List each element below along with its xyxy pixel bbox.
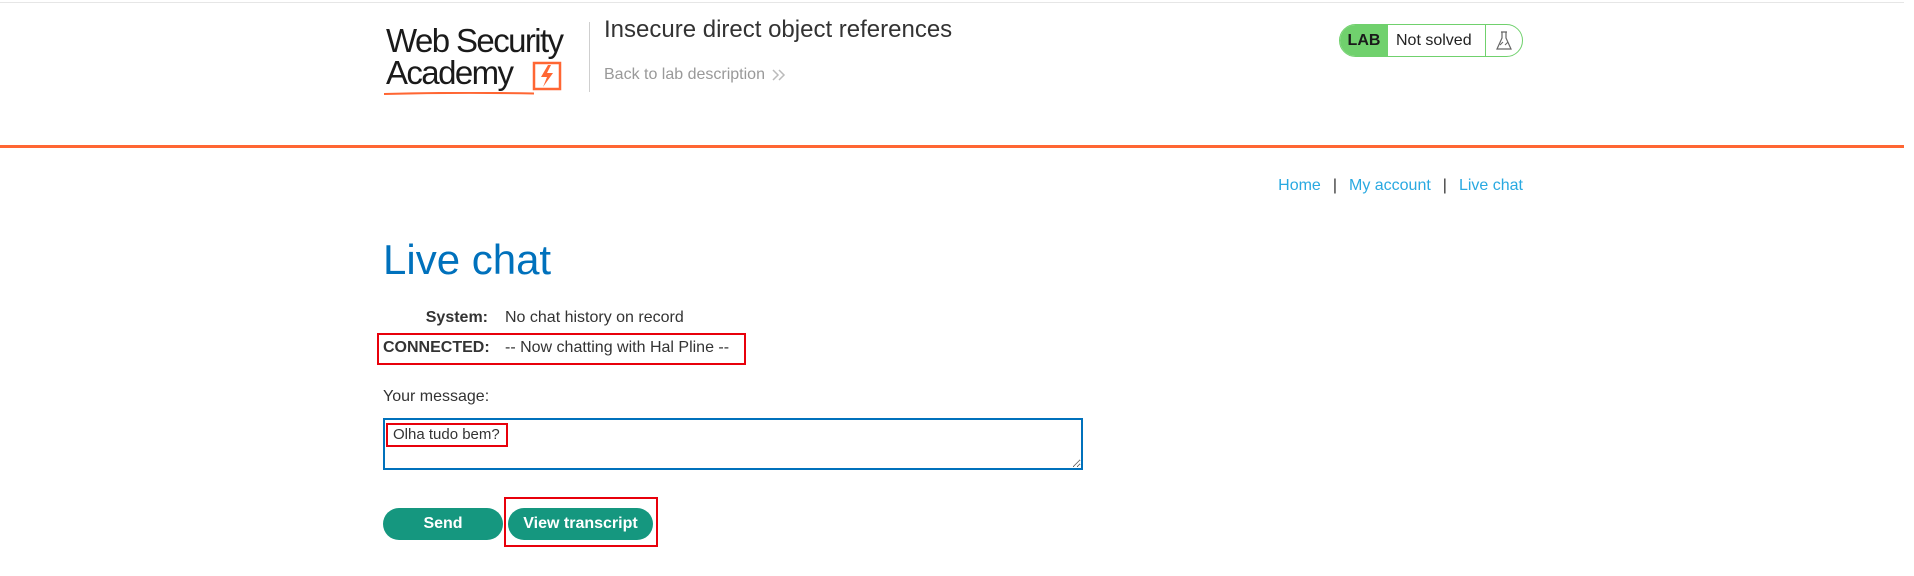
- view-transcript-button[interactable]: View transcript: [508, 508, 653, 540]
- back-to-lab-description-link[interactable]: Back to lab description: [604, 66, 787, 84]
- chat-message: -- Now chatting with Hal Pline --: [505, 339, 730, 356]
- chat-sender: CONNECTED:: [383, 339, 490, 356]
- nav-separator: |: [1332, 177, 1337, 194]
- lightning-bolt-icon: [532, 61, 562, 91]
- logo-text-line2: Academy: [386, 54, 514, 91]
- lab-badge: LAB: [1340, 25, 1388, 56]
- web-security-academy-logo[interactable]: Web Security Academy: [384, 22, 584, 100]
- chat-row-connected: CONNECTED: -- Now chatting with Hal Plin…: [383, 339, 729, 357]
- header-divider: [589, 22, 590, 92]
- lab-header: Web Security Academy Insecure direct obj…: [0, 0, 1914, 148]
- chat-message: No chat history on record: [505, 309, 684, 326]
- back-link-label: Back to lab description: [604, 66, 765, 83]
- chat-sender: System:: [425, 309, 488, 326]
- message-input[interactable]: Olha tudo bem?: [383, 418, 1083, 470]
- nav-link-my-account[interactable]: My account: [1349, 177, 1431, 195]
- send-button[interactable]: Send: [383, 508, 503, 540]
- lab-status-text: Not solved: [1396, 31, 1472, 49]
- double-chevron-right-icon: [772, 69, 786, 81]
- page-title: Live chat: [383, 236, 552, 283]
- flask-icon: [1485, 25, 1522, 56]
- lab-title: Insecure direct object references: [604, 16, 953, 43]
- logo-text-line1: Web Security: [386, 22, 564, 59]
- header-orange-rule: [0, 145, 1904, 148]
- logo-underline: [384, 92, 534, 95]
- nav-link-live-chat[interactable]: Live chat: [1459, 177, 1523, 195]
- top-nav: Home | My account | Live chat: [1278, 177, 1523, 195]
- chat-row-system: System: No chat history on record: [383, 309, 684, 327]
- message-label: Your message:: [383, 388, 490, 405]
- nav-link-home[interactable]: Home: [1278, 177, 1321, 195]
- nav-separator: |: [1442, 177, 1447, 194]
- lab-status-widget: LAB Not solved: [1339, 24, 1523, 57]
